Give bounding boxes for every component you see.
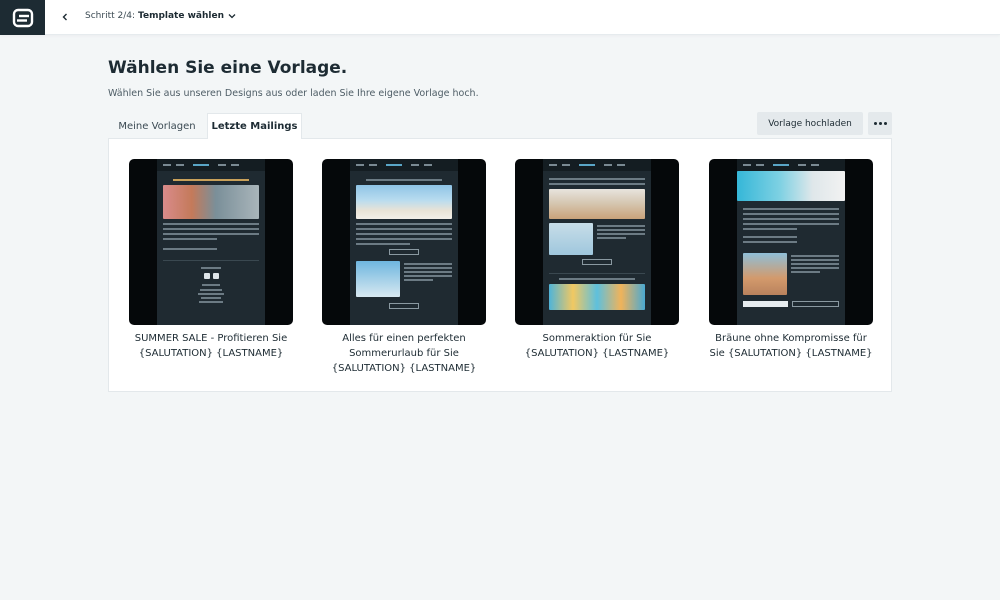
back-button[interactable] (55, 7, 75, 27)
chevron-down-icon (228, 13, 236, 19)
tab-letzte-mailings[interactable]: Letzte Mailings (207, 113, 302, 139)
step-title: Template wählen (138, 11, 224, 21)
step-prefix: Schritt 2/4: (85, 11, 136, 21)
more-options-button[interactable] (868, 112, 892, 135)
template-thumbnail (322, 159, 486, 325)
template-card[interactable]: SUMMER SALE - Profitieren Sie {SALUTATIO… (129, 159, 293, 361)
template-caption: Sommeraktion für Sie {SALUTATION} {LASTN… (524, 333, 670, 359)
template-caption: SUMMER SALE - Profitieren Sie {SALUTATIO… (134, 333, 288, 359)
template-panel: SUMMER SALE - Profitieren Sie {SALUTATIO… (108, 138, 892, 392)
upload-template-button[interactable]: Vorlage hochladen (757, 112, 863, 135)
template-thumbnail (515, 159, 679, 325)
template-caption: Bräune ohne Kompromisse für Sie {SALUTAT… (709, 333, 873, 359)
app-logo[interactable] (0, 0, 45, 35)
tab-meine-vorlagen[interactable]: Meine Vorlagen (108, 113, 206, 139)
logo-icon (12, 8, 33, 27)
template-card[interactable]: Bräune ohne Kompromisse für Sie {SALUTAT… (709, 159, 873, 361)
top-bar: Schritt 2/4: Template wählen (0, 0, 1000, 35)
template-thumbnail (709, 159, 873, 325)
template-caption: Alles für einen perfekten Sommerurlaub f… (331, 333, 477, 374)
template-card[interactable]: Alles für einen perfekten Sommerurlaub f… (322, 159, 486, 376)
chevron-left-icon (62, 13, 67, 21)
more-dots-icon (873, 122, 877, 125)
template-card[interactable]: Sommeraktion für Sie {SALUTATION} {LASTN… (515, 159, 679, 361)
step-dropdown[interactable]: Schritt 2/4: Template wählen (85, 11, 236, 21)
template-thumbnail (129, 159, 293, 325)
page-title: Wählen Sie eine Vorlage. (108, 58, 348, 78)
page-subtitle: Wählen Sie aus unseren Designs aus oder … (108, 88, 479, 99)
